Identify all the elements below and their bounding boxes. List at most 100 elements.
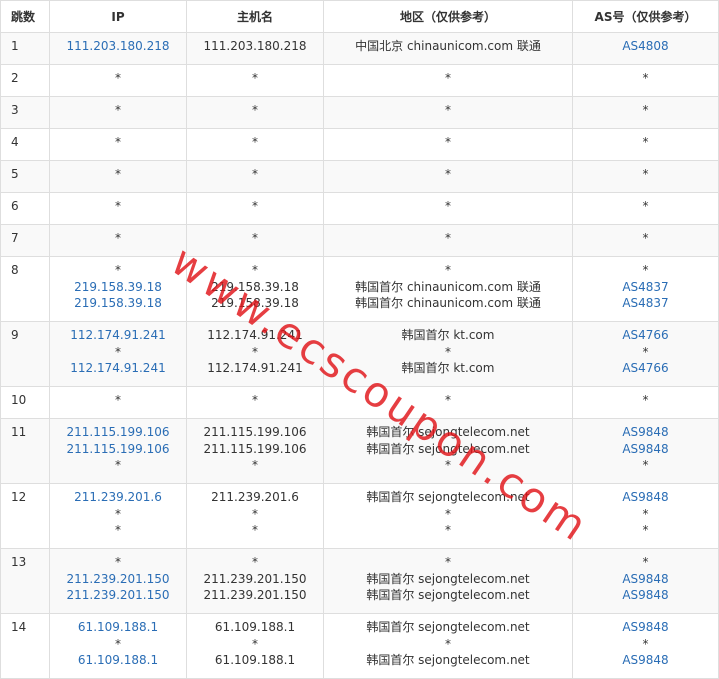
table-row: 11 211.115.199.106 211.115.199.106 * 211.115… — [0, 418, 719, 484]
hostname-cell: 112.174.91.241 * 112.174.91.241 — [186, 321, 324, 387]
region-value: * — [445, 458, 451, 473]
host-value: * — [252, 344, 258, 359]
ip-link[interactable]: 61.109.188.1 — [54, 652, 182, 669]
host-value: * — [252, 555, 258, 569]
ip-value: * — [115, 103, 121, 117]
as-link[interactable]: AS9848 — [577, 441, 714, 458]
as-cell: * — [572, 64, 719, 97]
host-value: * — [252, 71, 258, 85]
table-row: 6 * * * * — [0, 192, 719, 225]
ip-value: * — [115, 393, 121, 407]
host-value: 211.115.199.106 — [203, 441, 307, 456]
ip-cell: * — [49, 192, 187, 225]
ip-value: * — [115, 555, 121, 569]
hop-cell: 2 — [0, 64, 50, 97]
ip-value: * — [115, 135, 121, 149]
region-cell: 韩国首尔 sejongtelecom.net * * — [323, 483, 573, 549]
ip-cell: * — [49, 128, 187, 161]
ip-value: * — [115, 263, 121, 277]
as-link[interactable]: AS9848 — [577, 424, 714, 441]
as-link[interactable]: AS4766 — [577, 360, 714, 377]
as-link[interactable]: AS4808 — [577, 38, 714, 55]
host-value: 112.174.91.241 — [207, 361, 303, 376]
region-value: 韩国首尔 kt.com — [401, 361, 495, 376]
header-as: AS号（仅供参考） — [572, 0, 719, 33]
region-value: * — [445, 523, 451, 538]
as-cell: AS9848 AS9848 * — [572, 418, 719, 484]
as-link[interactable]: AS9848 — [577, 587, 714, 604]
as-link[interactable]: AS4837 — [577, 279, 714, 296]
host-value: 61.109.188.1 — [214, 620, 296, 634]
ip-cell: 61.109.188.1 * 61.109.188.1 — [49, 613, 187, 679]
as-cell: AS9848 * * — [572, 483, 719, 549]
as-value: * — [642, 231, 649, 245]
region-cell: * — [323, 386, 573, 419]
region-cell: * — [323, 224, 573, 257]
ip-link[interactable]: 211.239.201.150 — [54, 571, 182, 588]
header-ip: IP — [49, 0, 187, 33]
host-value: 61.109.188.1 — [214, 653, 296, 668]
region-value: * — [445, 555, 451, 569]
as-link[interactable]: AS9848 — [577, 619, 714, 636]
host-value: * — [252, 523, 258, 538]
traceroute-table: 跳数 IP 主机名 地区（仅供参考） AS号（仅供参考） 1 111.203.18… — [0, 0, 719, 679]
table-body: 1 111.203.180.218 111.203.180.218 中国北京 chin… — [0, 32, 719, 679]
table-row: 1 111.203.180.218 111.203.180.218 中国北京 chin… — [0, 32, 719, 65]
as-cell: * — [572, 386, 719, 419]
ip-link[interactable]: 211.239.201.150 — [54, 587, 182, 604]
region-value: 韩国首尔 sejongtelecom.net — [366, 490, 530, 504]
as-cell: * AS9848 AS9848 — [572, 548, 719, 614]
table-row: 2 * * * * — [0, 64, 719, 97]
host-value: 111.203.180.218 — [203, 39, 307, 53]
ip-link[interactable]: 61.109.188.1 — [54, 619, 182, 636]
ip-link[interactable]: 112.174.91.241 — [54, 327, 182, 344]
table-row: 13 * 211.239.201.150 211.239.201.150 * 211.23… — [0, 548, 719, 614]
ip-link[interactable]: 219.158.39.18 — [54, 279, 182, 296]
as-link[interactable]: AS9848 — [577, 489, 714, 506]
as-link[interactable]: AS9848 — [577, 571, 714, 588]
ip-value: * — [115, 506, 121, 521]
as-value: * — [642, 103, 649, 117]
as-value: * — [642, 555, 649, 569]
hostname-cell: * — [186, 160, 324, 193]
hostname-cell: * — [186, 96, 324, 129]
host-value: 211.239.201.6 — [211, 490, 299, 504]
ip-link[interactable]: 112.174.91.241 — [54, 360, 182, 377]
ip-cell: * — [49, 64, 187, 97]
region-value: * — [445, 167, 451, 181]
host-value: 219.158.39.18 — [211, 279, 299, 294]
ip-link[interactable]: 211.115.199.106 — [54, 441, 182, 458]
ip-value: * — [115, 231, 121, 245]
as-value: * — [642, 199, 649, 213]
region-value: 中国北京 chinaunicom.com 联通 — [355, 39, 541, 53]
region-value: 韩国首尔 sejongtelecom.net — [366, 653, 530, 668]
hop-cell: 11 — [0, 418, 50, 484]
as-cell: * — [572, 160, 719, 193]
region-value: * — [445, 636, 451, 651]
region-cell: 韩国首尔 sejongtelecom.net 韩国首尔 sejongtelecom… — [323, 418, 573, 484]
host-value: * — [252, 458, 258, 473]
region-cell: * — [323, 128, 573, 161]
ip-cell: 112.174.91.241 * 112.174.91.241 — [49, 321, 187, 387]
as-value: * — [642, 458, 649, 473]
as-link[interactable]: AS4837 — [577, 295, 714, 312]
table-row: 9 112.174.91.241 * 112.174.91.241 112.174.91… — [0, 321, 719, 387]
hop-cell: 5 — [0, 160, 50, 193]
region-value: * — [445, 103, 451, 117]
host-value: * — [252, 231, 258, 245]
hostname-cell: * — [186, 128, 324, 161]
host-value: * — [252, 393, 258, 407]
host-value: * — [252, 636, 258, 651]
as-cell: * — [572, 128, 719, 161]
ip-link[interactable]: 219.158.39.18 — [54, 295, 182, 312]
header-region: 地区（仅供参考） — [323, 0, 573, 33]
as-link[interactable]: AS9848 — [577, 652, 714, 669]
ip-link[interactable]: 111.203.180.218 — [54, 38, 182, 55]
as-cell: * AS4837 AS4837 — [572, 256, 719, 322]
host-value: * — [252, 199, 258, 213]
host-value: 112.174.91.241 — [207, 328, 303, 342]
as-link[interactable]: AS4766 — [577, 327, 714, 344]
ip-link[interactable]: 211.239.201.6 — [54, 489, 182, 506]
host-value: 219.158.39.18 — [211, 296, 299, 311]
ip-link[interactable]: 211.115.199.106 — [54, 424, 182, 441]
